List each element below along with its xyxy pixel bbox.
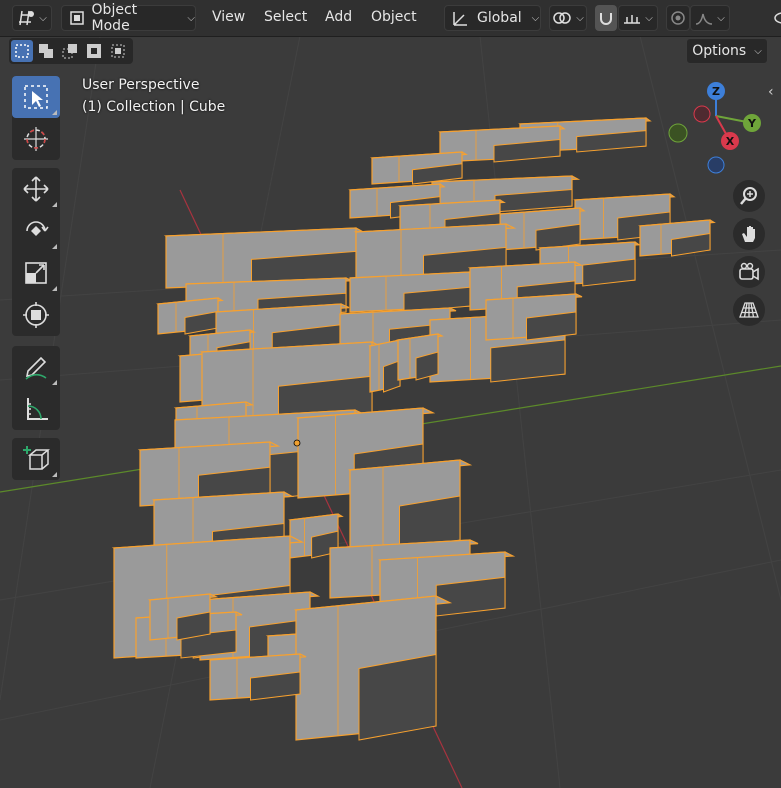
chevron-down-icon: ⌵ [754, 45, 762, 57]
orientation-axis-icon [453, 12, 467, 26]
measure-tool[interactable] [12, 388, 60, 430]
rotate-tool[interactable] [12, 210, 60, 252]
chevron-down-icon: ⌵ [531, 12, 540, 24]
perspective-grid-icon [739, 302, 759, 318]
orientation-label: Global [477, 10, 522, 26]
transform-icon [23, 302, 49, 328]
cursor-target-icon [24, 127, 48, 151]
svg-text:Y: Y [747, 117, 757, 130]
proportional-falloff-dropdown[interactable]: ⌵ [690, 5, 730, 31]
add-cube-tool[interactable] [12, 438, 60, 480]
mesh-block[interactable] [349, 271, 477, 313]
transform-orientation-dropdown[interactable]: Global ⌵ [444, 5, 541, 31]
select-invert-icon[interactable] [83, 40, 105, 62]
move-arrows-icon [23, 176, 49, 202]
select-extend-icon[interactable] [35, 40, 57, 62]
annotate-tool[interactable] [12, 346, 60, 388]
object-mode-icon [70, 11, 84, 25]
move-tool[interactable] [12, 168, 60, 210]
camera-icon [739, 262, 759, 281]
ruler-icon [27, 398, 48, 420]
origin-point [293, 439, 301, 447]
select-box-tool[interactable] [12, 76, 60, 118]
cursor-tool[interactable] [12, 118, 60, 160]
snap-increment-icon [624, 15, 641, 24]
scale-icon [25, 262, 47, 284]
falloff-curve-icon [696, 13, 713, 25]
selection-mode-group [9, 38, 133, 64]
mesh-block[interactable] [638, 219, 716, 257]
add-cube-icon [23, 446, 50, 470]
snap-toggle[interactable] [595, 5, 617, 31]
mesh-block[interactable] [498, 207, 586, 251]
view-name-label: User Perspective [82, 77, 200, 93]
mesh-block[interactable] [396, 333, 444, 381]
camera-view-button[interactable] [733, 256, 765, 288]
mesh-block[interactable] [293, 595, 453, 741]
chevron-down-icon: ⌵ [576, 12, 584, 24]
mesh-block[interactable] [156, 297, 224, 335]
proportional-editing-toggle[interactable] [666, 5, 690, 31]
proportional-circle-icon [671, 11, 685, 25]
hand-icon [742, 226, 755, 242]
menu-object[interactable]: Object [371, 9, 417, 25]
collection-object-label: (1) Collection | Cube [82, 99, 226, 115]
options-dropdown[interactable]: Options ⌵ [686, 38, 768, 64]
menu-view[interactable]: View [212, 9, 245, 25]
chevron-down-icon: ⌵ [717, 12, 725, 24]
viewport-header: ⌵ Object Mode ⌵ View Select Add Object G… [0, 0, 781, 37]
viewport-editor-icon [19, 10, 35, 26]
pan-button[interactable] [733, 218, 765, 250]
rotate-icon [26, 221, 49, 236]
pivot-point-dropdown[interactable]: ⌵ [549, 5, 587, 31]
chevron-down-icon: ⌵ [39, 12, 47, 24]
mesh-block[interactable] [147, 593, 219, 641]
snap-target-dropdown[interactable]: ⌵ [618, 5, 658, 31]
pivot-link-icon [553, 12, 571, 24]
editor-type-button[interactable]: ⌵ [12, 5, 52, 31]
chevron-down-icon: ⌵ [645, 12, 653, 24]
options-label: Options [692, 43, 747, 59]
menu-select[interactable]: Select [264, 9, 307, 25]
mesh-block[interactable] [347, 459, 473, 551]
projection-toggle-button[interactable] [733, 294, 765, 326]
overlay-eye-icon[interactable] [774, 5, 781, 31]
magnet-icon [600, 13, 612, 25]
select-intersect-icon[interactable] [107, 40, 129, 62]
select-box-icon [24, 85, 48, 109]
menu-add[interactable]: Add [325, 9, 352, 25]
pencil-icon [25, 356, 47, 380]
svg-text:X: X [726, 135, 735, 148]
zoom-button[interactable] [733, 180, 765, 212]
scale-tool[interactable] [12, 252, 60, 294]
select-subtract-icon[interactable] [59, 40, 81, 62]
transform-tool[interactable] [12, 294, 60, 336]
select-new-icon[interactable] [11, 40, 33, 62]
zoom-magnifier-icon [740, 187, 757, 205]
viewport-canvas[interactable]: Z Y X [0, 0, 781, 788]
svg-text:Z: Z [712, 85, 720, 98]
mode-dropdown[interactable]: Object Mode ⌵ [61, 2, 196, 34]
chevron-down-icon: ⌵ [187, 12, 195, 24]
sidebar-toggle-chevron-icon[interactable]: ‹ [768, 84, 774, 100]
mesh-block[interactable] [485, 293, 583, 341]
toolbar-annotate-group [12, 346, 60, 430]
toolbar-add-group [12, 438, 60, 480]
toolbar-transform-group [12, 168, 60, 336]
mesh-block[interactable] [209, 653, 307, 701]
mesh-block[interactable] [370, 151, 468, 185]
toolbar-select-group [12, 76, 60, 160]
blender-3d-viewport: Z Y X ⌵ Object Mode ⌵ View Select Add Ob… [0, 0, 781, 788]
mode-label: Object Mode [91, 2, 138, 34]
